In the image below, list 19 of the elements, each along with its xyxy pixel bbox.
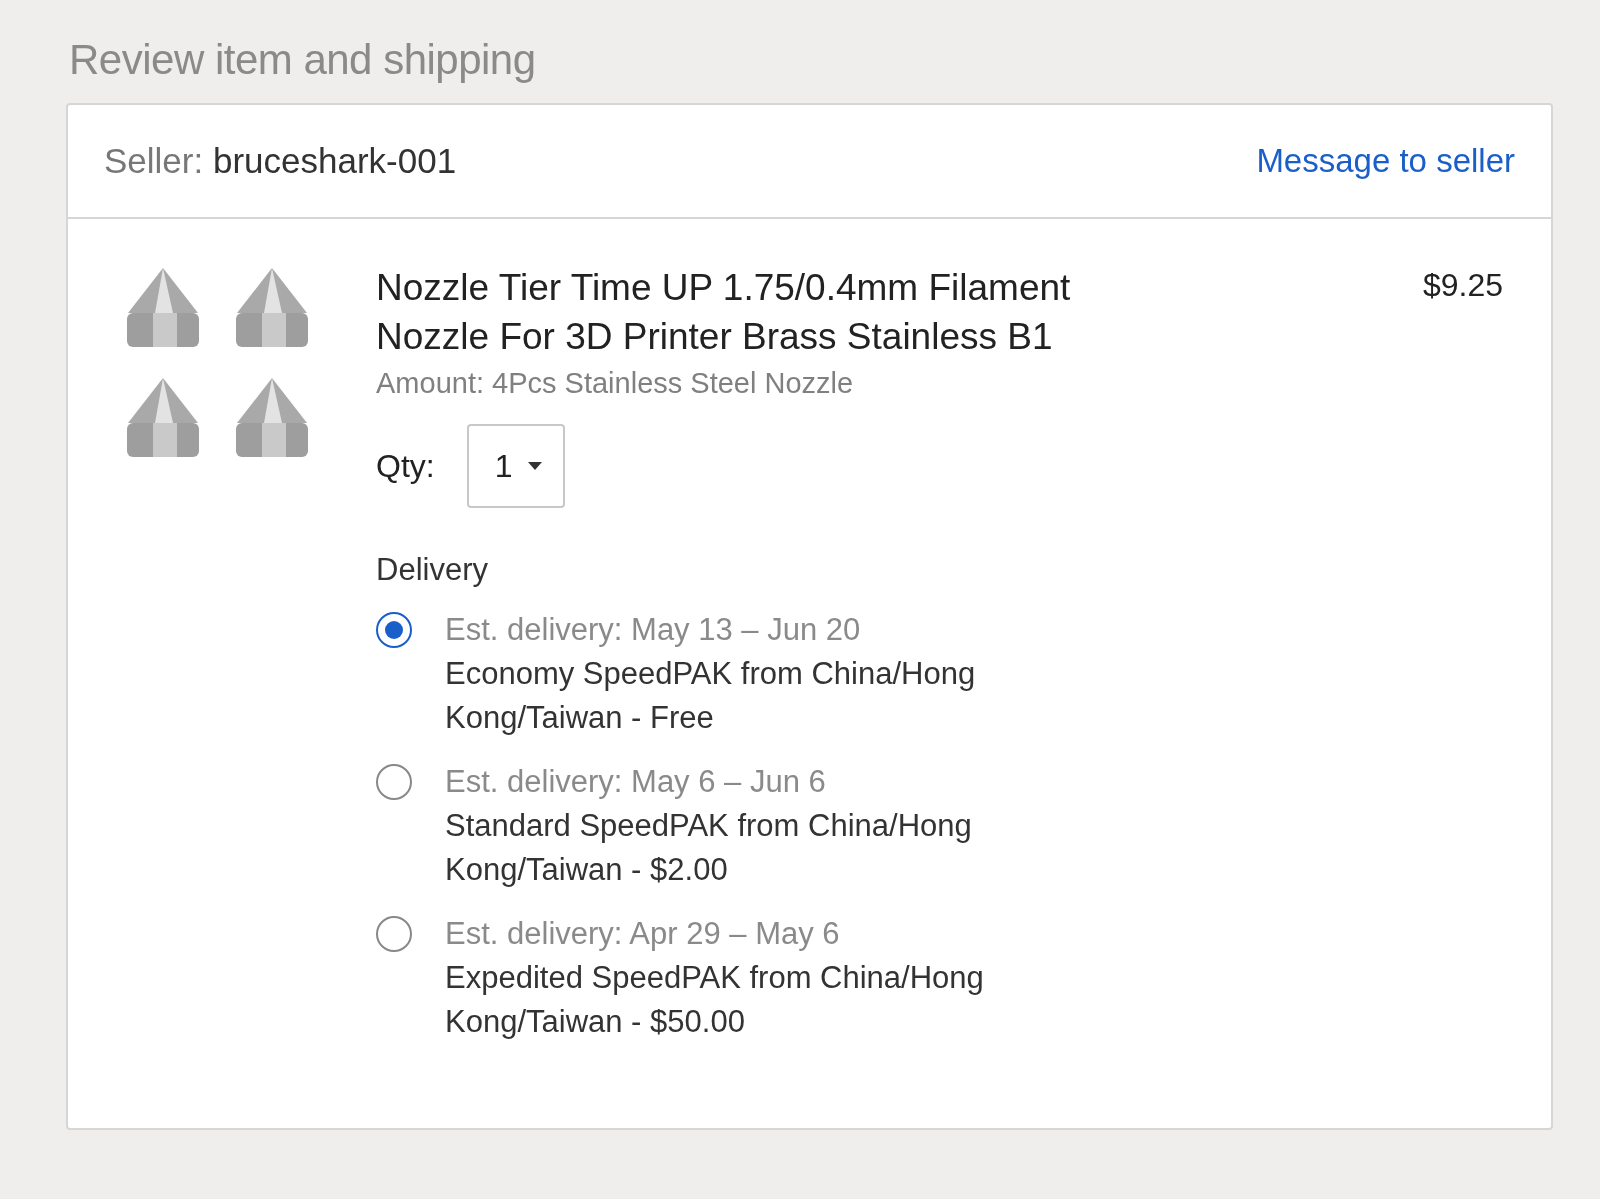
shipping-service: Expedited SpeedPAK from China/Hong Kong/Taiwan - $50.00 bbox=[445, 959, 985, 1041]
delivery-heading: Delivery bbox=[376, 552, 489, 588]
qty-label: Qty: bbox=[376, 447, 435, 485]
radio-button[interactable] bbox=[376, 764, 412, 800]
item-price: $9.25 bbox=[1422, 266, 1503, 305]
delivery-estimate: Est. delivery: May 6 – Jun 6 bbox=[445, 763, 827, 801]
item-title: Nozzle Tier Time UP 1.75/0.4mm Filament Nozzle For 3D Printer Brass Stainless B1 bbox=[376, 266, 1072, 359]
caret-icon bbox=[528, 462, 543, 470]
radio-button[interactable] bbox=[376, 612, 412, 648]
delivery-estimate: Est. delivery: May 13 – Jun 20 bbox=[445, 611, 862, 649]
delivery-estimate: Est. delivery: Apr 29 – May 6 bbox=[445, 915, 841, 953]
section-title: Review item and shipping bbox=[69, 36, 537, 84]
seller-name: Seller: bruceshark-001 bbox=[104, 141, 457, 181]
shipping-service: Standard SpeedPAK from China/Hong Kong/Taiwan - $2.00 bbox=[445, 807, 973, 889]
shipping-service: Economy SpeedPAK from China/Hong Kong/Taiwan - Free bbox=[445, 655, 977, 737]
item-amount: Amount: 4Pcs Stainless Steel Nozzle bbox=[376, 367, 855, 400]
qty-dropdown[interactable]: 1 bbox=[466, 424, 565, 508]
radio-button[interactable] bbox=[376, 916, 412, 952]
message-seller-link[interactable]: Message to seller bbox=[1256, 142, 1515, 180]
